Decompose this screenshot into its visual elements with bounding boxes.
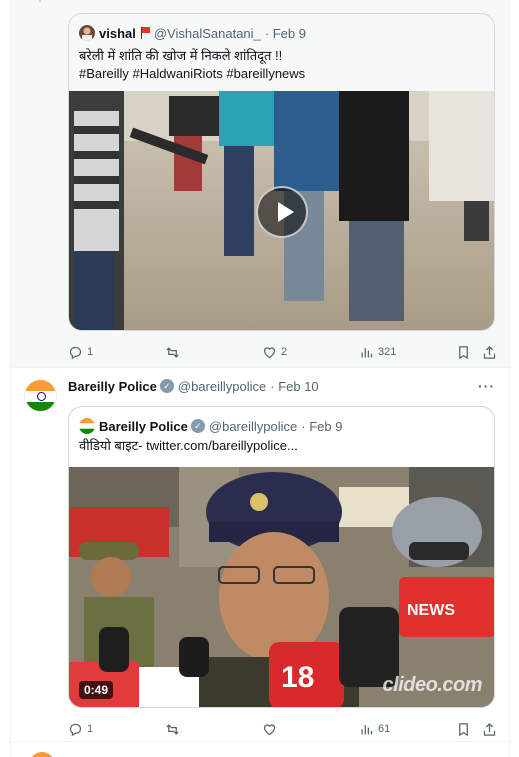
- thread-line: [39, 0, 41, 2]
- like-count: 2: [281, 346, 288, 358]
- quoted-author-avatar[interactable]: [79, 25, 95, 41]
- bookmark-button[interactable]: [456, 342, 475, 362]
- repost-button[interactable]: [165, 719, 184, 739]
- divider: [11, 741, 511, 742]
- quoted-tweet[interactable]: vishal @VishalSanatani_ · Feb 9 बरेली मे…: [68, 13, 495, 331]
- reply-button[interactable]: 1: [68, 342, 93, 362]
- timeline: vishal @VishalSanatani_ · Feb 9 बरेली मे…: [10, 0, 511, 757]
- quoted-tweet-hashtags[interactable]: #Bareilly #HaldwaniRiots #bareillynews: [79, 65, 305, 83]
- tweet-actions: 1 2 321: [68, 342, 500, 362]
- quoted-author-avatar[interactable]: [79, 418, 95, 434]
- view-count: 321: [378, 346, 397, 358]
- video-thumbnail[interactable]: [69, 91, 494, 330]
- more-icon[interactable]: ···: [478, 378, 495, 394]
- share-icon: [483, 345, 496, 359]
- like-button[interactable]: [262, 719, 281, 739]
- share-button[interactable]: [482, 719, 501, 739]
- svg-text:18: 18: [281, 661, 314, 694]
- reply-icon: [69, 346, 82, 359]
- like-icon: [263, 723, 276, 735]
- quoted-tweet-text: बरेली में शांति की खोज में निकले शांतिदू…: [79, 48, 283, 63]
- bookmark-icon: [459, 722, 468, 736]
- reply-icon: [69, 723, 82, 736]
- author-handle[interactable]: @bareillypolice: [178, 379, 266, 394]
- bookmark-button[interactable]: [456, 719, 475, 739]
- svg-text:NEWS: NEWS: [407, 602, 455, 619]
- reply-count: 1: [87, 346, 94, 358]
- reply-count: 1: [87, 723, 94, 735]
- tweet-date[interactable]: · Feb 10: [270, 379, 318, 394]
- tweet-actions: 1 61: [68, 719, 500, 739]
- flag-icon: [140, 27, 150, 39]
- views-icon: [361, 724, 373, 734]
- repost-button[interactable]: [165, 342, 184, 362]
- video-frame: 18 NEWS: [69, 467, 494, 707]
- verified-badge-icon[interactable]: ✓: [190, 419, 205, 433]
- author-name[interactable]: Bareilly Police: [68, 379, 157, 394]
- verified-badge-icon[interactable]: ✓: [159, 379, 174, 393]
- like-button[interactable]: 2: [262, 342, 287, 362]
- share-button[interactable]: [482, 342, 501, 362]
- play-icon[interactable]: [256, 186, 308, 238]
- quoted-author-name[interactable]: vishal: [99, 26, 136, 41]
- views-icon: [361, 347, 373, 357]
- view-count: 61: [378, 723, 391, 735]
- reply-button[interactable]: 1: [68, 719, 93, 739]
- tweet-header: Bareilly Police ✓ @bareillypolice · Feb …: [68, 377, 319, 395]
- post-quoted-vishal[interactable]: vishal @VishalSanatani_ · Feb 9 बरेली मे…: [11, 0, 511, 368]
- repost-icon: [166, 723, 179, 735]
- quoted-tweet-date[interactable]: · Feb 9: [301, 419, 342, 434]
- video-watermark: clideo.com: [382, 674, 483, 696]
- quoted-tweet[interactable]: Bareilly Police ✓ @bareillypolice · Feb …: [68, 406, 495, 708]
- share-icon: [483, 722, 496, 736]
- bookmark-icon: [459, 345, 468, 359]
- quoted-author-name[interactable]: Bareilly Police: [99, 419, 188, 434]
- quoted-tweet-header: vishal @VishalSanatani_ · Feb 9: [79, 24, 306, 42]
- avatar[interactable]: [29, 752, 55, 757]
- quoted-tweet-header: Bareilly Police ✓ @bareillypolice · Feb …: [79, 417, 342, 435]
- quoted-author-handle[interactable]: @VishalSanatani_: [154, 26, 261, 41]
- video-thumbnail[interactable]: 18 NEWS 0:49 clideo.com: [69, 467, 494, 707]
- views-button[interactable]: 321: [359, 342, 396, 362]
- quoted-tweet-date[interactable]: · Feb 9: [265, 26, 306, 41]
- like-icon: [263, 346, 276, 358]
- quoted-tweet-text[interactable]: वीडियो बाइट- twitter.com/bareillypolice.…: [79, 437, 298, 455]
- video-duration: 0:49: [79, 681, 114, 699]
- quoted-author-handle[interactable]: @bareillypolice: [209, 419, 297, 434]
- views-button[interactable]: 61: [359, 719, 390, 739]
- avatar[interactable]: [24, 379, 57, 412]
- repost-icon: [166, 346, 179, 358]
